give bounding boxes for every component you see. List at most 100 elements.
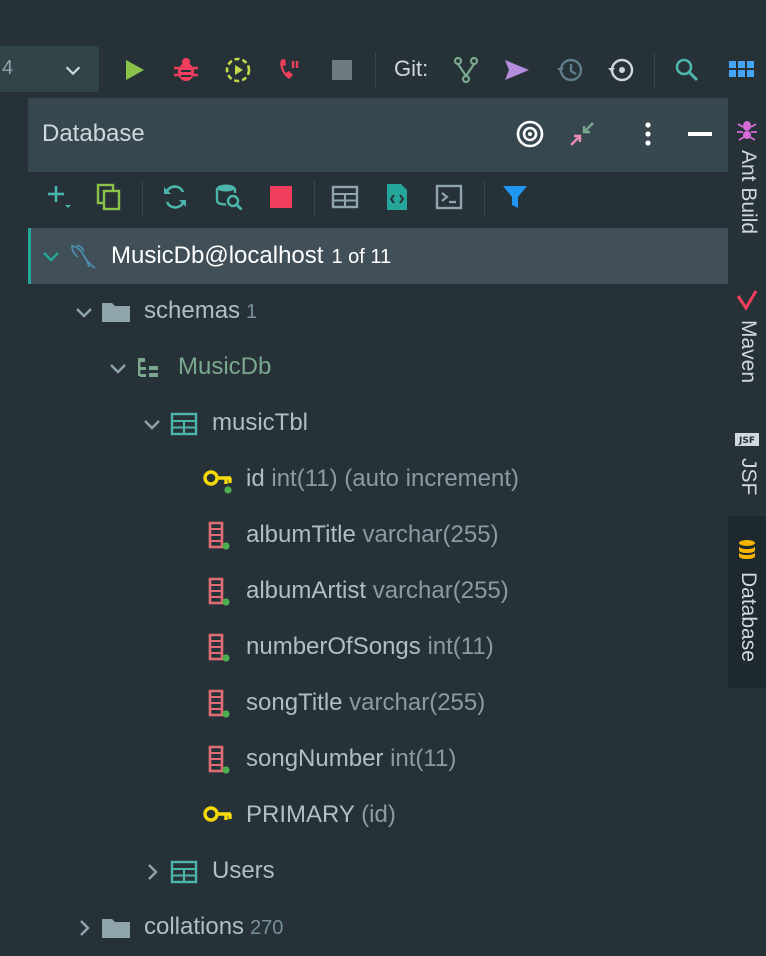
- schemas-name: schemas: [144, 297, 241, 324]
- table-icon: [168, 856, 200, 888]
- stop-icon[interactable]: [266, 182, 296, 212]
- panel-header: Database: [28, 98, 728, 172]
- key-icon: [202, 800, 234, 832]
- git-branch-icon[interactable]: [452, 56, 480, 84]
- database-tool-window: Database MusicDb@localhost 1 of 11 schem…: [28, 98, 728, 954]
- chevron-down-icon[interactable]: [39, 244, 63, 268]
- table-icon: [168, 408, 200, 440]
- tab-label: Database: [737, 572, 760, 662]
- column-type: varchar(255): [362, 521, 499, 548]
- schemas-count: 1: [246, 301, 258, 323]
- tree-node-column[interactable]: albumArtist varchar(255): [28, 564, 728, 620]
- database-icon: [735, 538, 759, 562]
- column-icon: [202, 744, 234, 776]
- column-name: id: [246, 465, 265, 492]
- tab-label: Ant Build: [737, 150, 760, 235]
- primary-key-label: PRIMARY (id): [246, 801, 396, 829]
- column-type: varchar(255): [372, 577, 509, 604]
- chevron-right-icon[interactable]: [140, 860, 164, 884]
- right-tool-strip: Ant Build Maven JSF JSF Database: [728, 98, 766, 954]
- jsf-icon: JSF: [735, 428, 759, 452]
- tree-node-schema[interactable]: MusicDb: [28, 340, 728, 396]
- column-name: albumTitle: [246, 521, 356, 548]
- folder-icon: [100, 912, 132, 944]
- tab-label: JSF: [737, 458, 760, 496]
- run-config-selector[interactable]: 4: [0, 46, 99, 92]
- minimize-icon[interactable]: [684, 118, 716, 150]
- run-icon[interactable]: [120, 56, 148, 84]
- key-icon: [202, 464, 234, 496]
- tab-database[interactable]: Database: [728, 516, 766, 688]
- tab-maven[interactable]: Maven: [728, 280, 766, 410]
- tree-node-column[interactable]: numberOfSongs int(11): [28, 620, 728, 676]
- tree-node-table[interactable]: Users: [28, 844, 728, 900]
- table-name: musicTbl: [212, 409, 309, 436]
- git-push-icon[interactable]: [503, 56, 531, 84]
- chevron-down-icon: [62, 59, 84, 81]
- git-label: Git:: [394, 56, 429, 81]
- column-type: int(11): [427, 633, 494, 660]
- tree-node-schemas[interactable]: schemas 1: [28, 284, 728, 340]
- search-icon[interactable]: [673, 56, 701, 84]
- table-label: Users: [212, 857, 275, 885]
- tree-node-connection[interactable]: MusicDb@localhost 1 of 11: [28, 228, 728, 284]
- tree-node-column[interactable]: songTitle varchar(255): [28, 676, 728, 732]
- tree-node-collations[interactable]: collations 270: [28, 900, 728, 956]
- column-name: albumArtist: [246, 577, 367, 604]
- table-name: Users: [212, 857, 275, 884]
- primary-key-name: PRIMARY: [246, 801, 355, 828]
- chevron-right-icon[interactable]: [72, 916, 96, 940]
- schema-icon: [134, 352, 166, 384]
- column-icon: [202, 632, 234, 664]
- toolbar-separator: [484, 180, 485, 216]
- column-label: songNumber int(11): [246, 745, 456, 773]
- mysql-icon: [67, 240, 99, 272]
- tree-node-column[interactable]: albumTitle varchar(255): [28, 508, 728, 564]
- stop-icon[interactable]: [328, 56, 356, 84]
- panel-title: Database: [42, 120, 145, 147]
- apps-grid-icon[interactable]: [727, 56, 755, 84]
- schemas-label: schemas 1: [144, 297, 257, 325]
- folder-icon: [100, 296, 132, 328]
- column-type: int(11): [390, 745, 457, 772]
- schema-search-icon[interactable]: [214, 182, 244, 212]
- column-label: id int(11) (auto increment): [246, 465, 519, 493]
- tab-jsf[interactable]: JSF JSF: [728, 424, 766, 514]
- ddl-file-icon[interactable]: [382, 182, 412, 212]
- chevron-down-icon[interactable]: [106, 356, 130, 380]
- profiler-icon[interactable]: [276, 56, 304, 84]
- table-label: musicTbl: [212, 409, 308, 437]
- column-icon: [202, 520, 234, 552]
- connection-count: 1 of 11: [331, 246, 392, 268]
- filter-icon[interactable]: [500, 182, 530, 212]
- chevron-down-icon[interactable]: [72, 300, 96, 324]
- tree-node-column[interactable]: songNumber int(11): [28, 732, 728, 788]
- svg-text:JSF: JSF: [738, 436, 755, 446]
- coverage-icon[interactable]: [224, 56, 252, 84]
- column-icon: [202, 576, 234, 608]
- collapse-icon[interactable]: [566, 118, 598, 150]
- target-icon[interactable]: [514, 118, 546, 150]
- revert-icon[interactable]: [607, 56, 635, 84]
- column-label: songTitle varchar(255): [246, 689, 485, 717]
- connection-label: MusicDb@localhost 1 of 11: [111, 242, 391, 270]
- schema-label: MusicDb: [178, 353, 271, 381]
- tree-node-table[interactable]: musicTbl: [28, 396, 728, 452]
- main-toolbar: 4 Git:: [0, 0, 766, 98]
- run-config-value: 4: [2, 57, 14, 79]
- refresh-icon[interactable]: [160, 182, 190, 212]
- chevron-down-icon[interactable]: [140, 412, 164, 436]
- toolbar-separator: [654, 52, 655, 88]
- collations-count: 270: [250, 917, 284, 939]
- add-icon[interactable]: [44, 182, 74, 212]
- history-icon[interactable]: [556, 56, 584, 84]
- table-view-icon[interactable]: [330, 182, 360, 212]
- console-icon[interactable]: [434, 182, 464, 212]
- debug-icon[interactable]: [172, 56, 200, 84]
- tree-node-primary-key[interactable]: PRIMARY (id): [28, 788, 728, 844]
- more-vertical-icon[interactable]: [632, 118, 664, 150]
- tree-node-column[interactable]: id int(11) (auto increment): [28, 452, 728, 508]
- tab-ant-build[interactable]: Ant Build: [728, 110, 766, 270]
- column-label: albumTitle varchar(255): [246, 521, 499, 549]
- duplicate-icon[interactable]: [94, 182, 124, 212]
